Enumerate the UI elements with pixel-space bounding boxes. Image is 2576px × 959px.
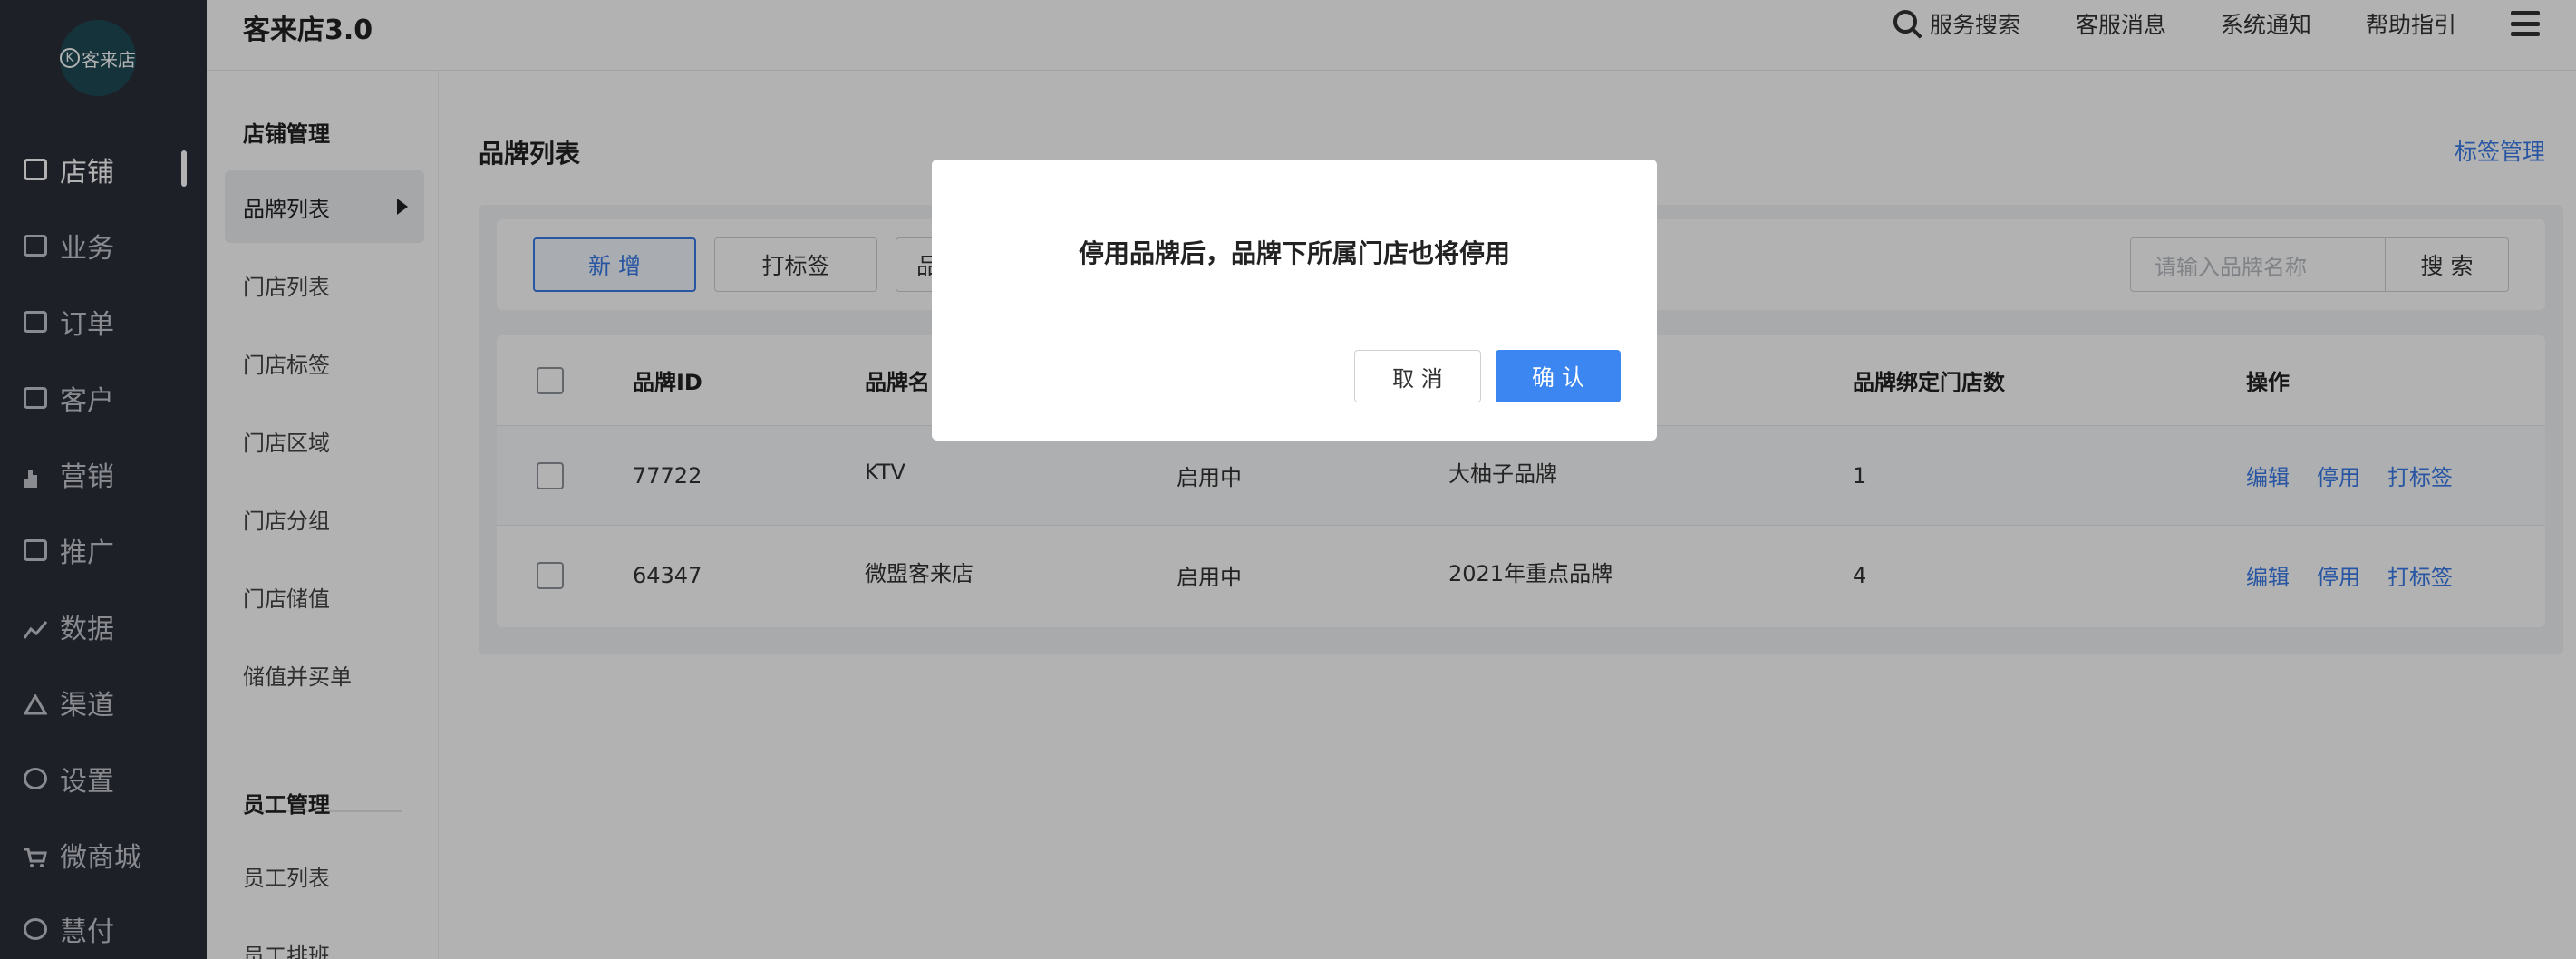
confirm-dialog: 停用品牌后，品牌下所属门店也将停用 取 消 确 认 — [932, 160, 1657, 441]
dialog-message: 停用品牌后，品牌下所属门店也将停用 — [1078, 238, 1510, 268]
cancel-button[interactable]: 取 消 — [1354, 350, 1481, 402]
modal-overlay[interactable] — [0, 0, 2576, 959]
confirm-button[interactable]: 确 认 — [1496, 350, 1621, 402]
